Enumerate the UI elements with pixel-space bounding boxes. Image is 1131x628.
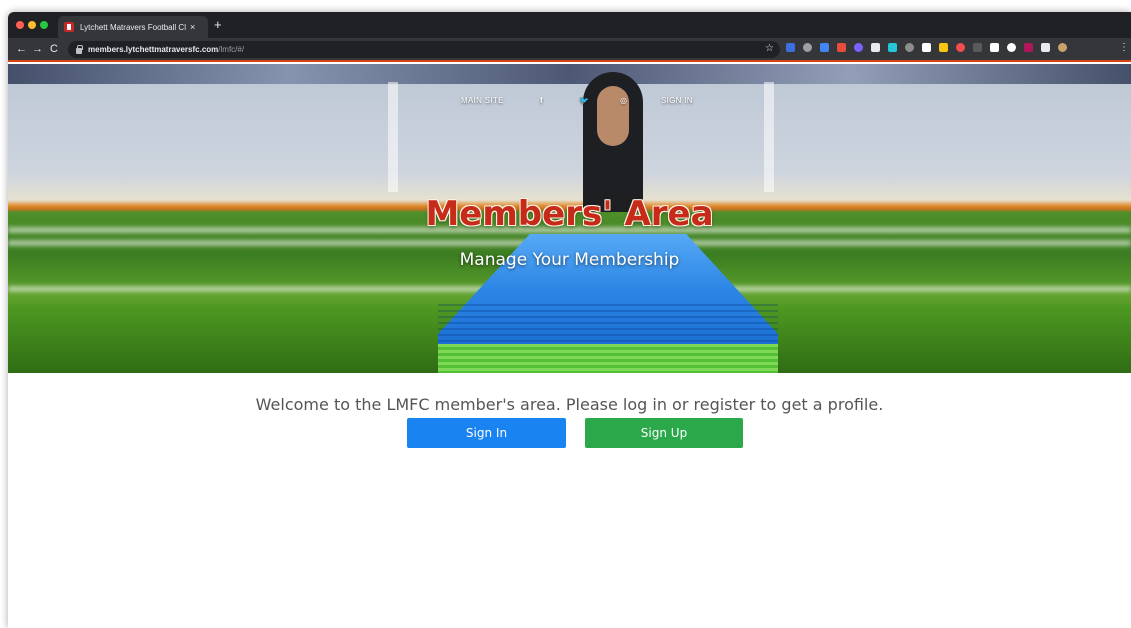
extension-icon[interactable] [990,43,999,52]
bookmark-star-icon[interactable]: ☆ [765,43,774,54]
sign-up-button[interactable]: Sign Up [585,418,743,448]
extension-icon[interactable] [1024,43,1033,52]
browser-toolbar: ← → C members.lytchettmatraversfc.com/lm… [8,38,1131,62]
minimize-window-button[interactable] [28,21,36,29]
browser-menu-icon[interactable]: ⋮ [1119,42,1129,53]
twitter-icon[interactable]: 🐦 [579,96,589,105]
site-nav: MAIN SITE f 🐦 ◎ SIGN IN [8,96,1131,112]
cone-holder-image [583,72,643,212]
extension-icon[interactable] [871,43,880,52]
maximize-window-button[interactable] [40,21,48,29]
extension-icon[interactable] [803,43,812,52]
new-tab-button[interactable]: + [214,18,222,31]
browser-tab[interactable]: Lytchett Matravers Football Cl × [58,16,208,38]
nav-main-site[interactable]: MAIN SITE [461,96,504,105]
extension-icon[interactable] [956,43,965,52]
url-host: members.lytchettmatraversfc.com [88,45,219,54]
extension-icon[interactable] [854,43,863,52]
stadium-wall [8,64,1131,84]
extension-icon[interactable] [1007,43,1016,52]
page-subtitle: Manage Your Membership [459,250,680,270]
extension-icon[interactable] [820,43,829,52]
facebook-icon[interactable]: f [540,96,543,105]
green-cone-image [438,344,778,373]
extension-icon[interactable] [837,43,846,52]
extension-icon[interactable] [939,43,948,52]
close-window-button[interactable] [16,21,24,29]
tab-title: Lytchett Matravers Football Cl [80,22,186,32]
club-favicon-icon [64,22,74,32]
extension-icon[interactable] [786,43,795,52]
forward-button[interactable]: → [32,42,43,56]
tab-bar: Lytchett Matravers Football Cl × + [8,12,1131,38]
profile-icon[interactable] [1058,43,1067,52]
reload-button[interactable]: C [50,42,58,56]
extension-icon[interactable] [973,43,982,52]
extension-icon[interactable] [922,43,931,52]
address-bar[interactable]: members.lytchettmatraversfc.com/lmfc/#/ … [68,41,780,58]
sign-in-button[interactable]: Sign In [407,418,566,448]
cone-stack-rings [438,304,778,344]
back-button[interactable]: ← [16,42,27,56]
extension-icon[interactable] [888,43,897,52]
nav-sign-in[interactable]: SIGN IN [661,96,693,105]
lock-icon[interactable] [76,44,83,54]
welcome-message: Welcome to the LMFC member's area. Pleas… [255,395,884,414]
url-path: /lmfc/#/ [218,45,245,54]
tab-close-icon[interactable]: × [190,22,195,32]
instagram-icon[interactable]: ◎ [620,96,627,105]
extension-icon[interactable] [905,43,914,52]
puzzle-icon[interactable] [1041,43,1050,52]
extensions-toolbar [786,43,1067,52]
browser-window: Lytchett Matravers Football Cl × + ← → C… [8,12,1131,628]
page-title: Members' Area [425,194,714,234]
